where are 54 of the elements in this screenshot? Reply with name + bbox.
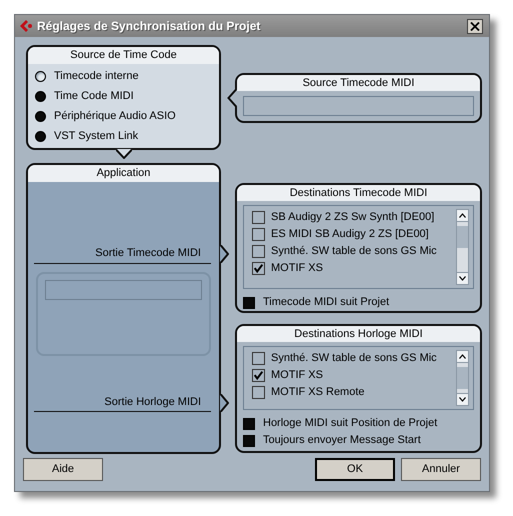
option-label: VST System Link <box>54 128 138 144</box>
device-label[interactable]: MOTIF XS <box>271 260 323 277</box>
output-label: Sortie Horloge MIDI <box>34 394 211 412</box>
scroll-thumb[interactable] <box>457 226 468 248</box>
scroll-up-button[interactable] <box>457 351 468 363</box>
checkbox[interactable] <box>252 386 265 399</box>
checkbox[interactable] <box>243 418 255 430</box>
input-field[interactable] <box>243 96 474 116</box>
checkbox[interactable] <box>252 262 265 275</box>
device-label[interactable]: Synthé. SW table de sons GS Mic <box>271 243 437 260</box>
radio-button[interactable] <box>35 90 46 102</box>
window-title: Réglages de Synchronisation du Projet <box>37 18 262 35</box>
checkbox[interactable] <box>252 211 265 224</box>
scroll-up-button[interactable] <box>457 210 468 222</box>
logo-icon <box>19 19 33 33</box>
chevron-down-icon <box>459 397 466 402</box>
panel-title: Destinations Timecode MIDI <box>237 185 480 201</box>
chevron-up-icon <box>459 354 466 359</box>
panel-title: Destinations Horloge MIDI <box>237 326 480 342</box>
scroll-down-button[interactable] <box>457 393 468 405</box>
checkbox[interactable] <box>243 296 255 308</box>
checkbox[interactable] <box>252 369 265 382</box>
checkbox[interactable] <box>252 352 265 365</box>
scroll-down-button[interactable] <box>457 272 468 284</box>
option-label: Toujours envoyer Message Start <box>263 433 421 448</box>
chevron-down-icon <box>459 276 466 281</box>
cancel-button[interactable]: Annuler <box>401 458 481 481</box>
radio-button[interactable] <box>35 110 46 122</box>
checkbox[interactable] <box>243 434 255 446</box>
scrollbar[interactable] <box>456 209 469 285</box>
scroll-thumb[interactable] <box>457 367 468 389</box>
ok-button[interactable]: OK <box>315 458 395 481</box>
chevron-up-icon <box>459 213 466 218</box>
device-label[interactable]: MOTIF XS <box>271 367 323 384</box>
option-label: Horloge MIDI suit Position de Projet <box>263 416 438 432</box>
panel-title: Application <box>28 165 219 182</box>
device-label[interactable]: ES MIDI SB Audigy 2 ZS [DE00] <box>271 226 429 243</box>
option-label: Périphérique Audio ASIO <box>54 108 176 124</box>
panel-title: Source Timecode MIDI <box>237 75 480 91</box>
option-label: Time Code MIDI <box>54 88 134 104</box>
radio-button[interactable] <box>35 70 46 82</box>
option-label: Timecode interne <box>54 68 139 84</box>
panel-title: Source de Time Code <box>28 47 219 64</box>
scrollbar[interactable] <box>456 350 469 406</box>
device-label[interactable]: Synthé. SW table de sons GS Mic <box>271 350 437 367</box>
checkbox[interactable] <box>252 245 265 258</box>
option-label: Timecode MIDI suit Projet <box>263 295 390 310</box>
device-label[interactable]: MOTIF XS Remote <box>271 384 365 401</box>
radio-button[interactable] <box>35 130 46 142</box>
output-label: Sortie Timecode MIDI <box>34 245 211 264</box>
checkbox[interactable] <box>252 228 265 241</box>
help-button[interactable]: Aide <box>23 458 103 481</box>
device-label[interactable]: SB Audigy 2 ZS Sw Synth [DE00] <box>271 209 434 226</box>
close-icon[interactable] <box>467 18 483 34</box>
